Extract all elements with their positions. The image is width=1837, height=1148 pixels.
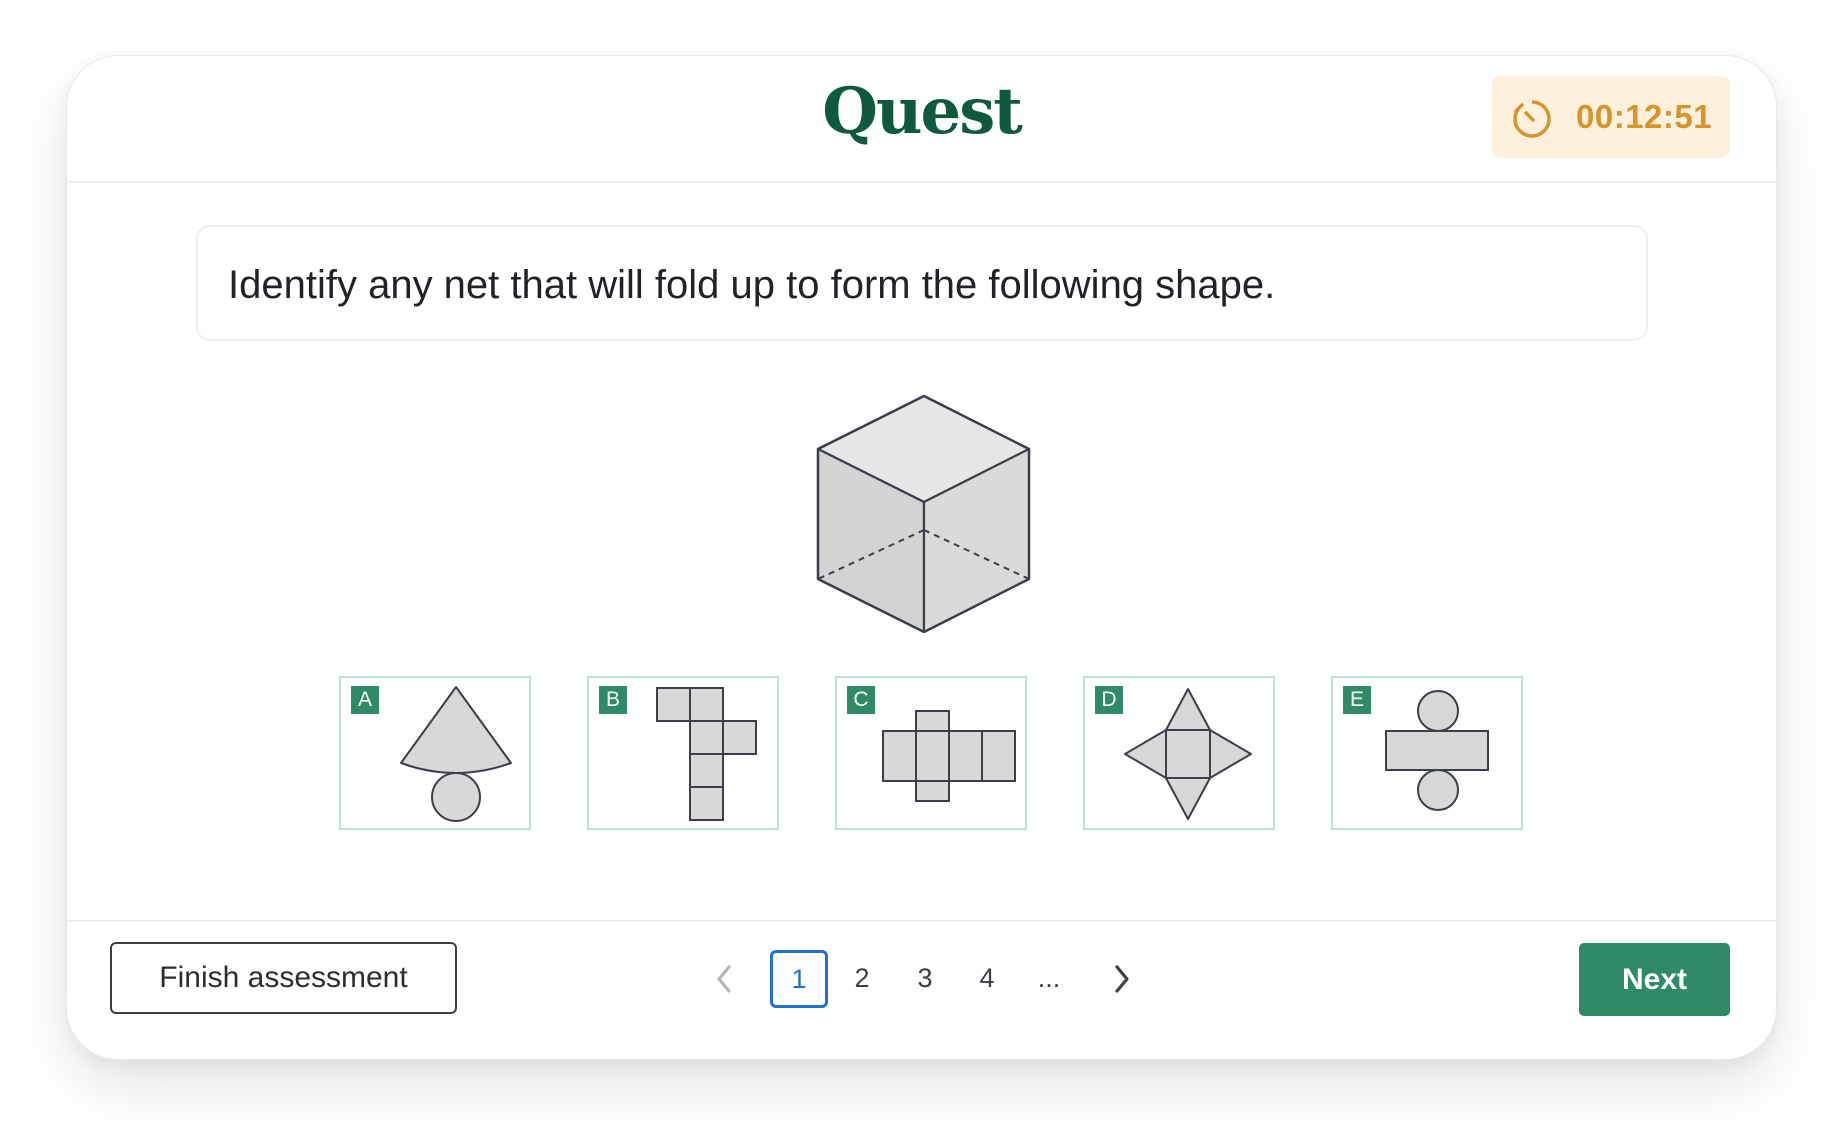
option-d[interactable]: D (1083, 676, 1275, 830)
page-4-button[interactable]: 4 (958, 950, 1016, 1008)
page-ellipsis: ... (1037, 963, 1061, 993)
pagination: 1 2 3 4 ... (67, 950, 1776, 1010)
page-1-button[interactable]: 1 (770, 950, 828, 1008)
chevron-right-icon[interactable] (1107, 961, 1137, 997)
page-3-button[interactable]: 3 (896, 950, 954, 1008)
option-e[interactable]: E (1331, 676, 1523, 830)
option-letter: B (599, 686, 627, 714)
chevron-left-icon[interactable] (709, 961, 739, 997)
option-letter: A (351, 686, 379, 714)
page-2-button[interactable]: 2 (833, 950, 891, 1008)
option-c[interactable]: C (835, 676, 1027, 830)
question-box: Identify any net that will fold up to fo… (196, 225, 1648, 341)
question-text: Identify any net that will fold up to fo… (228, 263, 1276, 307)
next-button[interactable]: Next (1579, 943, 1730, 1016)
option-b[interactable]: B (587, 676, 779, 830)
option-letter: E (1343, 686, 1371, 714)
cube-illustration (816, 394, 1031, 633)
assessment-card: Quest 00:12:51 Identify any net that wil… (66, 55, 1777, 1060)
option-letter: D (1095, 686, 1123, 714)
option-a[interactable]: A (339, 676, 531, 830)
footer: Finish assessment 1 2 3 4 ... Next (67, 920, 1776, 1059)
timer: 00:12:51 (1492, 76, 1730, 158)
stopwatch-icon (1513, 99, 1551, 138)
header: Quest 00:12:51 (67, 56, 1776, 183)
timer-value: 00:12:51 (1576, 98, 1713, 135)
option-letter: C (847, 686, 875, 714)
